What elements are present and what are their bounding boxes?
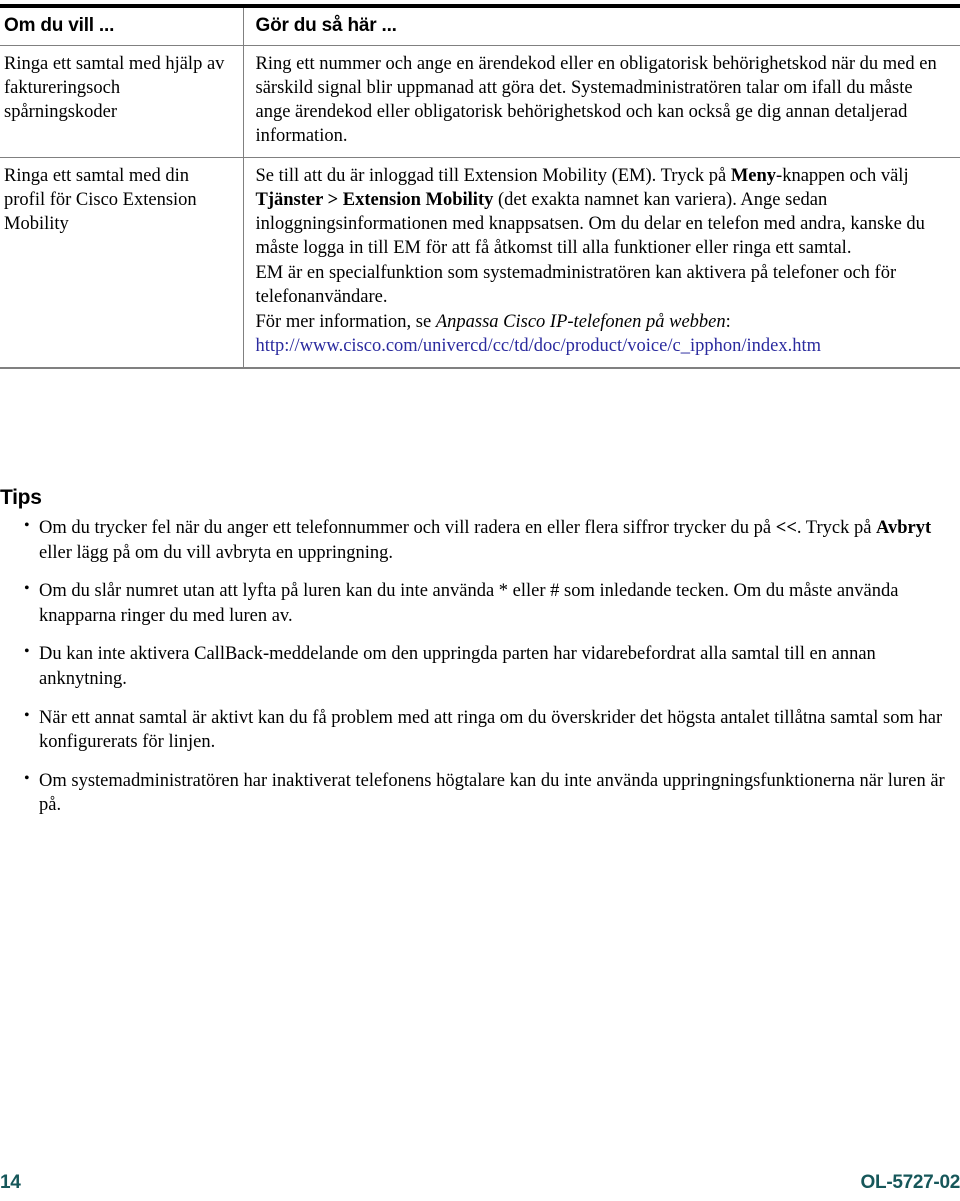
bullet-icon: • [24, 517, 30, 534]
document-title-reference: Anpassa Cisco IP-telefonen på webben [435, 312, 726, 333]
table-cell-task: Ringa ett samtal med hjälp av fakturerin… [4, 54, 225, 123]
tips-heading: Tips [0, 486, 42, 509]
tip-text: . Tryck på [796, 518, 877, 538]
page-footer: 14 OL-5727-02 [0, 1172, 960, 1198]
step-text: För mer information, se [255, 312, 436, 333]
table-row: Ringa ett samtal med din profil för Cisc… [0, 157, 960, 370]
table-header-task: Om du vill ... [0, 4, 243, 46]
tip-text: Du kan inte aktivera CallBack-meddelande… [39, 644, 876, 689]
list-item: • När ett annat samtal är aktivt kan du f… [0, 706, 945, 755]
list-item: • Om du trycker fel när du anger ett tele… [0, 516, 945, 565]
step-text: -knappen och välj [776, 166, 909, 187]
step-paragraph: Se till att du är inloggad till Extensio… [256, 164, 947, 260]
procedure-table: Om du vill ... Gör du så här ... Ringa e… [0, 4, 960, 370]
table-cell-steps: Ring ett nummer och ange en ärendekod el… [242, 45, 960, 158]
tip-text: Om du slår numret utan att lyfta på lure… [39, 581, 899, 626]
cancel-softkey-label: Avbryt [876, 518, 932, 538]
bullet-icon: • [24, 769, 30, 787]
list-item: • Om du slår numret utan att lyfta på lur… [0, 579, 945, 628]
table-header-steps: Gör du så här ... [242, 4, 960, 46]
step-paragraph: EM är en specialfunktion som systemadmin… [255, 263, 897, 308]
step-paragraph: För mer information, se Anpassa Cisco IP… [256, 310, 947, 358]
list-item: • Om systemadministratören har inaktivera… [0, 769, 945, 818]
tip-text: Om systemadministratören har inaktiverat… [39, 770, 945, 816]
tip-text: När ett annat samtal är aktivt kan du få… [39, 707, 943, 753]
tip-text: eller lägg på om du vill avbryta en uppr… [39, 542, 393, 563]
menu-button-name: Meny [730, 166, 777, 187]
table-cell-steps: Se till att du är inloggad till Extensio… [242, 157, 960, 370]
bullet-icon: • [24, 643, 30, 661]
step-text: : [725, 312, 731, 333]
table-row: Ringa ett samtal med hjälp av fakturerin… [0, 45, 960, 158]
table-cell-task: Ringa ett samtal med din profil för Cisc… [0, 157, 243, 370]
list-item: • Du kan inte aktivera CallBack-meddeland… [0, 642, 945, 691]
menu-path: Tjänster > Extension Mobility [255, 190, 494, 211]
tips-list: • Om du trycker fel när du anger ett tele… [0, 516, 945, 832]
step-paragraph: Ring ett nummer och ange en ärendekod el… [255, 54, 937, 147]
tip-text: Om du trycker fel när du anger ett telef… [39, 518, 776, 538]
bullet-icon: • [24, 706, 30, 724]
cisco-documentation-link[interactable]: http://www.cisco.com/univercd/cc/td/doc/… [256, 336, 822, 356]
step-text: Se till att du är inloggad till Extensio… [255, 166, 731, 187]
procedure-table-wrapper: Om du vill ... Gör du så här ... Ringa e… [0, 4, 960, 370]
page-number: 14 [0, 1172, 21, 1193]
bullet-icon: • [24, 580, 30, 598]
table-header-row: Om du vill ... Gör du så här ... [0, 4, 960, 46]
document-page: Om du vill ... Gör du så här ... Ringa e… [0, 0, 960, 1201]
document-id: OL-5727-02 [860, 1172, 960, 1193]
backspace-key-label: << [775, 518, 797, 538]
